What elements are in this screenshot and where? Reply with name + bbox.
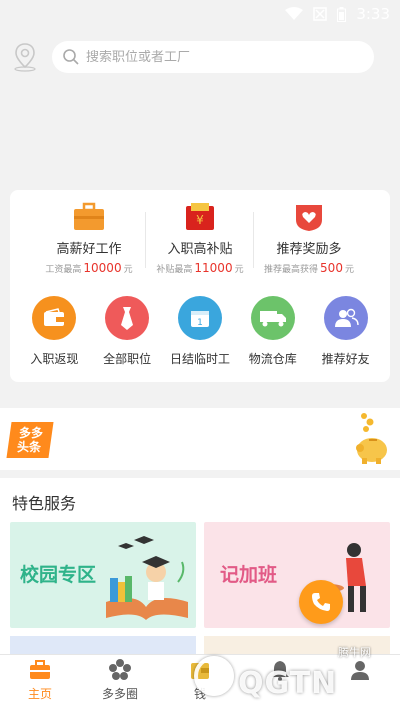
- wifi-icon: [285, 7, 304, 20]
- bottom-tab-bar: 主页 多多圈 钱: [0, 654, 400, 710]
- tab-wallet[interactable]: 钱: [160, 655, 240, 710]
- promo-amount: 10000: [83, 261, 122, 275]
- phone-icon: [312, 593, 330, 611]
- promo-amount: 500: [320, 261, 343, 275]
- tile-label: 校园专区: [20, 564, 97, 586]
- category-logistics[interactable]: 物流仓库: [238, 296, 308, 376]
- home-briefcase-icon: [30, 660, 50, 679]
- status-bar: 3:33: [0, 0, 400, 28]
- svg-text:¥: ¥: [196, 213, 204, 227]
- friends-icon: [323, 296, 368, 340]
- location-pin-icon[interactable]: [12, 42, 38, 72]
- status-icons: 3:33: [285, 5, 390, 23]
- tab-label: 钱: [193, 687, 206, 701]
- heart-badge-icon: [296, 205, 322, 231]
- category-all-jobs[interactable]: 全部职位: [92, 296, 162, 376]
- graduate-illustration: [106, 536, 188, 620]
- promo-sub: 推荐最高获得 500 元: [264, 261, 354, 275]
- tab-notifications[interactable]: [240, 655, 320, 710]
- category-refer-friends[interactable]: 推荐好友: [311, 296, 381, 376]
- section-title: 特色服务: [12, 494, 77, 513]
- promo-title: 入职高补贴: [167, 242, 233, 257]
- category-row: 入职返现 全部职位 1 日结临时工 物流仓库 推荐好友: [10, 296, 390, 376]
- battery-icon: [337, 6, 347, 22]
- promo-row: 高薪好工作 工资最高 10000 元 ¥ 入职高补贴 补贴最高 11000 元 推荐奖励…: [10, 190, 390, 280]
- promo-referral[interactable]: 推荐奖励多 推荐最高获得 500 元: [248, 198, 370, 282]
- category-label: 全部职位: [103, 352, 152, 366]
- news-logo: 多多 头条: [6, 422, 54, 458]
- promo-title: 推荐奖励多: [276, 242, 342, 257]
- tile-peek[interactable]: [204, 636, 390, 656]
- bell-icon: [271, 661, 289, 681]
- promo-subsidy[interactable]: ¥ 入职高补贴 补贴最高 11000 元: [139, 198, 261, 282]
- news-headline-bar[interactable]: 多多 头条: [0, 408, 400, 470]
- category-label: 日结临时工: [169, 352, 230, 366]
- search-bar[interactable]: [52, 41, 374, 73]
- promo-high-salary[interactable]: 高薪好工作 工资最高 10000 元: [28, 198, 150, 282]
- feature-services-section: 特色服务 校园专区 记加班: [0, 478, 400, 656]
- svg-text:1: 1: [197, 318, 203, 328]
- tile-peek[interactable]: [10, 636, 196, 656]
- category-label: 物流仓库: [248, 352, 297, 366]
- promo-sub: 补贴最高 11000 元: [156, 261, 244, 275]
- wallet-tab-icon: [191, 663, 209, 679]
- category-cashback[interactable]: 入职返现: [19, 296, 89, 376]
- status-time: 3:33: [356, 5, 390, 23]
- profile-icon: [351, 661, 369, 680]
- category-label: 推荐好友: [321, 352, 370, 366]
- tab-profile[interactable]: [320, 655, 400, 710]
- promo-amount: 11000: [194, 261, 233, 275]
- tab-circle[interactable]: 多多圈: [80, 655, 160, 710]
- feature-card: 高薪好工作 工资最高 10000 元 ¥ 入职高补贴 补贴最高 11000 元 推荐奖励…: [10, 190, 390, 382]
- category-label: 入职返现: [30, 352, 79, 366]
- tab-home[interactable]: 主页: [0, 655, 80, 710]
- truck-icon: [250, 296, 295, 340]
- search-icon: [63, 49, 79, 65]
- flower-icon: [109, 659, 131, 680]
- wallet-icon: [32, 296, 77, 340]
- tie-icon: [105, 296, 150, 340]
- overtime-record-tile[interactable]: 记加班: [204, 522, 390, 628]
- calendar-icon: 1: [177, 296, 222, 340]
- piggy-bank-icon: [356, 413, 387, 464]
- tab-label: 主页: [27, 687, 52, 701]
- no-signal-icon: [313, 7, 328, 21]
- promo-sub: 工资最高 10000 元: [45, 261, 133, 275]
- campus-zone-tile[interactable]: 校园专区: [10, 522, 196, 628]
- promo-title: 高薪好工作: [56, 242, 122, 257]
- category-daily-pay[interactable]: 1 日结临时工: [165, 296, 235, 376]
- red-envelope-icon: ¥: [186, 203, 214, 230]
- tile-label: 记加班: [220, 564, 278, 586]
- phone-call-button[interactable]: [299, 580, 343, 624]
- briefcase-icon: [74, 202, 104, 230]
- search-input[interactable]: [86, 49, 336, 65]
- tab-label: 多多圈: [101, 687, 138, 701]
